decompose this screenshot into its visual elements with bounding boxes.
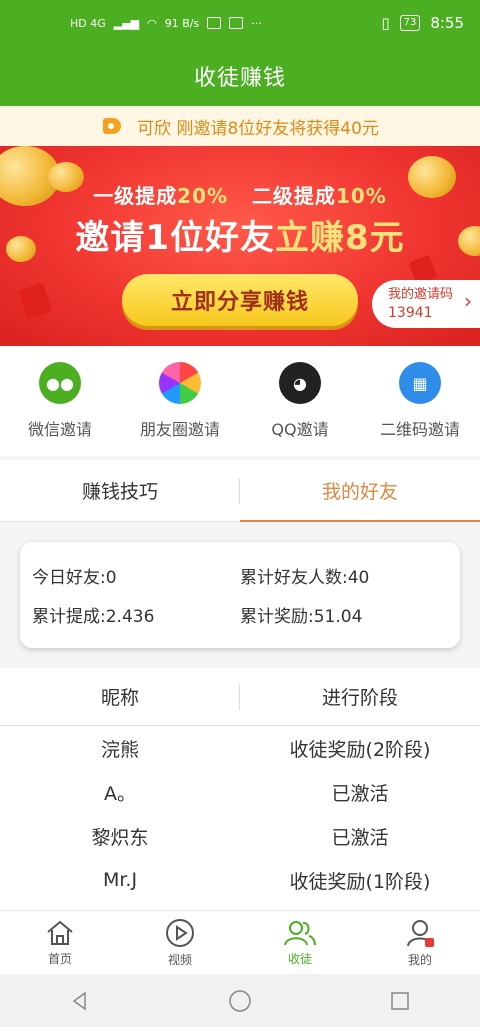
megaphone-icon xyxy=(101,115,127,137)
invite-banner[interactable]: 一级提成20% 二级提成10% 邀请1位好友立赚8元 立即分享赚钱 我的邀请码 … xyxy=(0,146,480,346)
total-friends: 累计好友人数:40 xyxy=(240,568,370,588)
friends-table-header: 昵称 进行阶段 xyxy=(0,668,480,726)
qrcode-icon: ▦ xyxy=(399,362,441,404)
nav-label: 视频 xyxy=(167,952,192,967)
friend-nickname: 浣熊 xyxy=(100,738,139,761)
share-moments[interactable]: 朋友圈邀请 xyxy=(125,362,235,440)
clock: 8:55 xyxy=(430,14,464,32)
home-circle-icon[interactable] xyxy=(228,989,252,1013)
home-icon xyxy=(47,920,73,945)
total-commission: 累计提成:2.436 xyxy=(32,607,155,627)
chevron-right-icon: › xyxy=(464,289,472,313)
signal-icon: ▂▄▆ xyxy=(113,16,140,30)
share-qrcode[interactable]: ▦ 二维码邀请 xyxy=(365,362,475,440)
friend-stage: 收徒奖励(2阶段) xyxy=(289,738,431,761)
vibrate-icon: ▯ xyxy=(381,14,390,32)
recents-icon[interactable] xyxy=(389,990,411,1012)
friend-stage: 已激活 xyxy=(331,782,389,805)
stats-card: 今日好友:0 累计好友人数:40 累计提成:2.436 累计奖励:51.04 xyxy=(20,542,460,648)
share-earn-button[interactable]: 立即分享赚钱 xyxy=(122,274,358,326)
tab-earning-tips[interactable]: 赚钱技巧 xyxy=(0,460,240,521)
share-qq[interactable]: ◕ QQ邀请 xyxy=(245,362,355,440)
table-row: Mr.J 收徒奖励(1阶段) xyxy=(0,858,480,902)
share-label: 二维码邀请 xyxy=(379,420,460,439)
more-notifications-icon: ··· xyxy=(251,16,262,30)
nav-label: 收徒 xyxy=(287,951,312,966)
friend-stage: 收徒奖励(1阶段) xyxy=(289,870,431,893)
tab-my-friends[interactable]: 我的好友 xyxy=(240,460,480,522)
moments-icon xyxy=(159,362,201,404)
friends-icon xyxy=(284,920,316,945)
commission-rates: 一级提成20% 二级提成10% xyxy=(0,180,480,209)
table-row: 浣熊 收徒奖励(2阶段) xyxy=(0,726,480,770)
app-notification-icon xyxy=(229,17,244,29)
level1-rate: 20% xyxy=(177,184,229,208)
nav-profile[interactable]: 我的 xyxy=(360,911,480,974)
page-title: 收徒赚钱 xyxy=(193,66,286,91)
table-row: 黎炽东 已激活 xyxy=(0,814,480,858)
status-bar: HD 4G ▂▄▆ ◠ 91 B/s ··· ▯ 73 8:55 xyxy=(0,0,480,46)
share-label: 微信邀请 xyxy=(27,420,92,439)
network-speed: 91 B/s xyxy=(164,16,200,30)
invite-headline-main: 邀请1位好友 xyxy=(75,218,275,258)
content-tabs: 赚钱技巧 我的好友 xyxy=(0,460,480,522)
friends-table-body: 浣熊 收徒奖励(2阶段) A。 已激活 黎炽东 已激活 Mr.J 收徒奖励(1阶… xyxy=(0,726,480,910)
notice-bar: 可欣 刚邀请8位好友将获得40元 xyxy=(0,106,480,146)
friend-stage: 已激活 xyxy=(331,826,389,849)
nav-video[interactable]: 视频 xyxy=(120,911,240,974)
column-stage: 进行阶段 xyxy=(321,687,398,709)
red-packet-decoration xyxy=(17,282,53,320)
video-icon xyxy=(166,918,194,947)
nav-apprentice[interactable]: 收徒 xyxy=(240,911,360,974)
table-row: A。 已激活 xyxy=(0,770,480,814)
level2-label: 二级提成 xyxy=(251,184,336,208)
friend-nickname: A。 xyxy=(104,782,136,805)
network-indicator: HD 4G xyxy=(70,16,106,30)
nav-home[interactable]: 首页 xyxy=(0,911,120,974)
notice-text: 可欣 刚邀请8位好友将获得40元 xyxy=(137,118,379,139)
status-right: ▯ 73 8:55 xyxy=(381,14,464,32)
total-reward: 累计奖励:51.04 xyxy=(240,607,363,627)
friend-nickname: 黎炽东 xyxy=(91,826,149,849)
share-wechat[interactable]: ●● 微信邀请 xyxy=(5,362,115,440)
friend-nickname: Mr.J xyxy=(102,869,138,891)
back-icon[interactable] xyxy=(69,990,91,1012)
level2-rate: 10% xyxy=(335,184,387,208)
nav-label: 我的 xyxy=(407,952,432,967)
nav-label: 首页 xyxy=(47,951,72,966)
wechat-icon: ●● xyxy=(39,362,81,404)
today-friends: 今日好友:0 xyxy=(32,568,117,588)
level1-label: 一级提成 xyxy=(93,184,178,208)
qq-icon: ◕ xyxy=(279,362,321,404)
wifi-icon: ◠ xyxy=(147,16,157,30)
profile-icon xyxy=(407,919,434,947)
header-divider xyxy=(239,684,240,710)
share-label: QQ邀请 xyxy=(271,420,329,439)
app-notification-icon xyxy=(207,17,222,29)
share-label: 朋友圈邀请 xyxy=(139,420,220,439)
battery-indicator: 73 xyxy=(399,15,421,31)
system-nav-bar xyxy=(0,974,480,1027)
tab-divider xyxy=(239,478,240,504)
share-options: ●● 微信邀请 朋友圈邀请 ◕ QQ邀请 ▦ 二维码邀请 xyxy=(0,346,480,456)
invite-headline: 邀请1位好友立赚8元 xyxy=(0,210,480,259)
column-nickname: 昵称 xyxy=(100,687,139,709)
status-left: HD 4G ▂▄▆ ◠ 91 B/s ··· xyxy=(70,17,262,30)
bottom-nav: 首页 视频 收徒 我的 xyxy=(0,910,480,974)
title-bar: 收徒赚钱 xyxy=(0,46,480,106)
invite-headline-reward: 立赚8元 xyxy=(275,218,405,258)
my-invite-code[interactable]: 我的邀请码 13941 › xyxy=(372,280,480,328)
